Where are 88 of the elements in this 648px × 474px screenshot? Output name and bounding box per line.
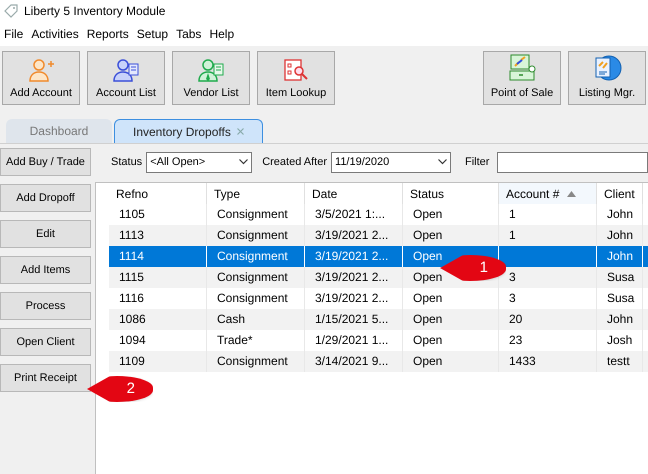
sort-ascending-icon [567,190,576,196]
table-row[interactable]: 1109 Consignment 3/14/2021 9... Open 1433 testt [109,351,648,372]
menu-item[interactable]: Reports [82,25,133,43]
table-cell: Consignment [217,207,288,221]
table-cell: Consignment [217,354,288,368]
table-cell: 3 [509,291,516,305]
table-cell: Consignment [217,291,288,305]
filter-field[interactable] [497,152,648,172]
table-cell: Cash [217,312,246,326]
table-cell: Consignment [217,270,288,284]
table-cell: 1109 [119,354,145,368]
menu-item[interactable]: Setup [132,25,172,43]
register-icon [507,54,537,82]
menu-item[interactable]: Tabs [172,25,206,43]
table-cell: Consignment [217,228,288,242]
table-cell: Open [413,228,442,242]
table-cell: 1115 [119,270,144,284]
table-cell: Consignment [217,249,288,263]
table-cell: Open [413,249,442,263]
person-tie-icon [198,58,224,82]
table-cell: John [607,249,634,263]
table-cell: John [607,207,634,221]
table-cell: 3/19/2021 2... [315,291,388,305]
action-button[interactable]: Process [0,292,91,320]
table-cell: 1105 [119,207,145,221]
table-cell: 1 [509,207,516,221]
table-cell: testt [607,354,630,368]
chevron-down-icon[interactable] [239,159,248,165]
menu-item[interactable]: Help [205,25,238,43]
window-title: Liberty 5 Inventory Module [24,3,166,20]
list-magnifier-icon [283,58,309,82]
tag-icon [4,4,18,18]
person-list-icon [113,58,139,82]
toolbar-button[interactable]: Item Lookup [257,51,335,105]
tab[interactable]: Inventory Dropoffs [114,119,263,143]
table-cell: 3/14/2021 9... [315,354,388,368]
action-button[interactable]: Add Dropoff [0,184,91,212]
table-cell: Susa [607,270,634,284]
table-cell: 1433 [509,354,536,368]
table-cell: 1/15/2021 5... [315,312,388,326]
column-header[interactable]: Account # [499,183,597,204]
table-cell: 1113 [119,228,144,242]
toolbar-button[interactable]: Listing Mgr. [568,51,646,105]
menu-item[interactable]: Activities [27,25,83,43]
table-cell: Trade* [217,333,253,347]
table-cell: Open [413,354,442,368]
table-cell: 23 [509,333,522,347]
created-after-label: Created After [262,154,328,170]
table-cell: 3 [509,270,516,284]
toolbar-button[interactable]: Account List [87,51,165,105]
table-cell: Open [413,270,442,284]
toolbar-button[interactable]: Vendor List [172,51,250,105]
filter-label: Filter [465,154,490,170]
table-row[interactable]: 1113 Consignment 3/19/2021 2... Open 1 John [109,225,648,246]
toolbar-button[interactable]: Add Account [2,51,80,105]
status-label: Status [111,154,142,170]
table-cell: Open [413,333,442,347]
table-cell: 1114 [119,249,144,263]
table-cell: John [607,228,634,242]
table-cell: 3/5/2021 1:... [315,207,386,221]
table-cell: Susa [607,291,634,305]
chevron-down-icon[interactable] [438,159,448,165]
status-dropdown[interactable]: <All Open> [146,152,252,172]
table-cell: Josh [607,333,632,347]
table-cell: Open [413,312,442,326]
table-cell: Open [413,291,442,305]
table-cell: 3/19/2021 2... [315,270,388,284]
table-row[interactable]: 1086 Cash 1/15/2021 5... Open 20 John [109,309,648,330]
table-cell: 1 [509,228,516,242]
table-cell: 1/29/2021 1... [315,333,388,347]
action-button[interactable]: Edit [0,220,91,248]
table-cell: 1116 [119,291,144,305]
table-cell: 1094 [119,333,146,347]
action-button[interactable]: Add Items [0,256,91,284]
table-cell: 3/19/2021 2... [315,228,388,242]
action-button[interactable]: Print Receipt [0,364,91,392]
table-cell: Open [413,207,442,221]
table-cell: 1086 [119,312,146,326]
table-cell: 20 [509,312,522,326]
tab[interactable]: Dashboard [6,119,112,143]
toolbar-button[interactable]: Point of Sale [483,51,561,105]
date-dropdown[interactable]: 11/19/2020 [331,152,452,172]
action-button[interactable]: Add Buy / Trade [0,148,91,176]
table-cell: John [607,312,634,326]
person-plus-icon [28,58,54,82]
action-button[interactable]: Open Client [0,328,91,356]
menu-item[interactable]: File [0,25,28,43]
table-cell: 3/19/2021 2... [315,249,388,263]
